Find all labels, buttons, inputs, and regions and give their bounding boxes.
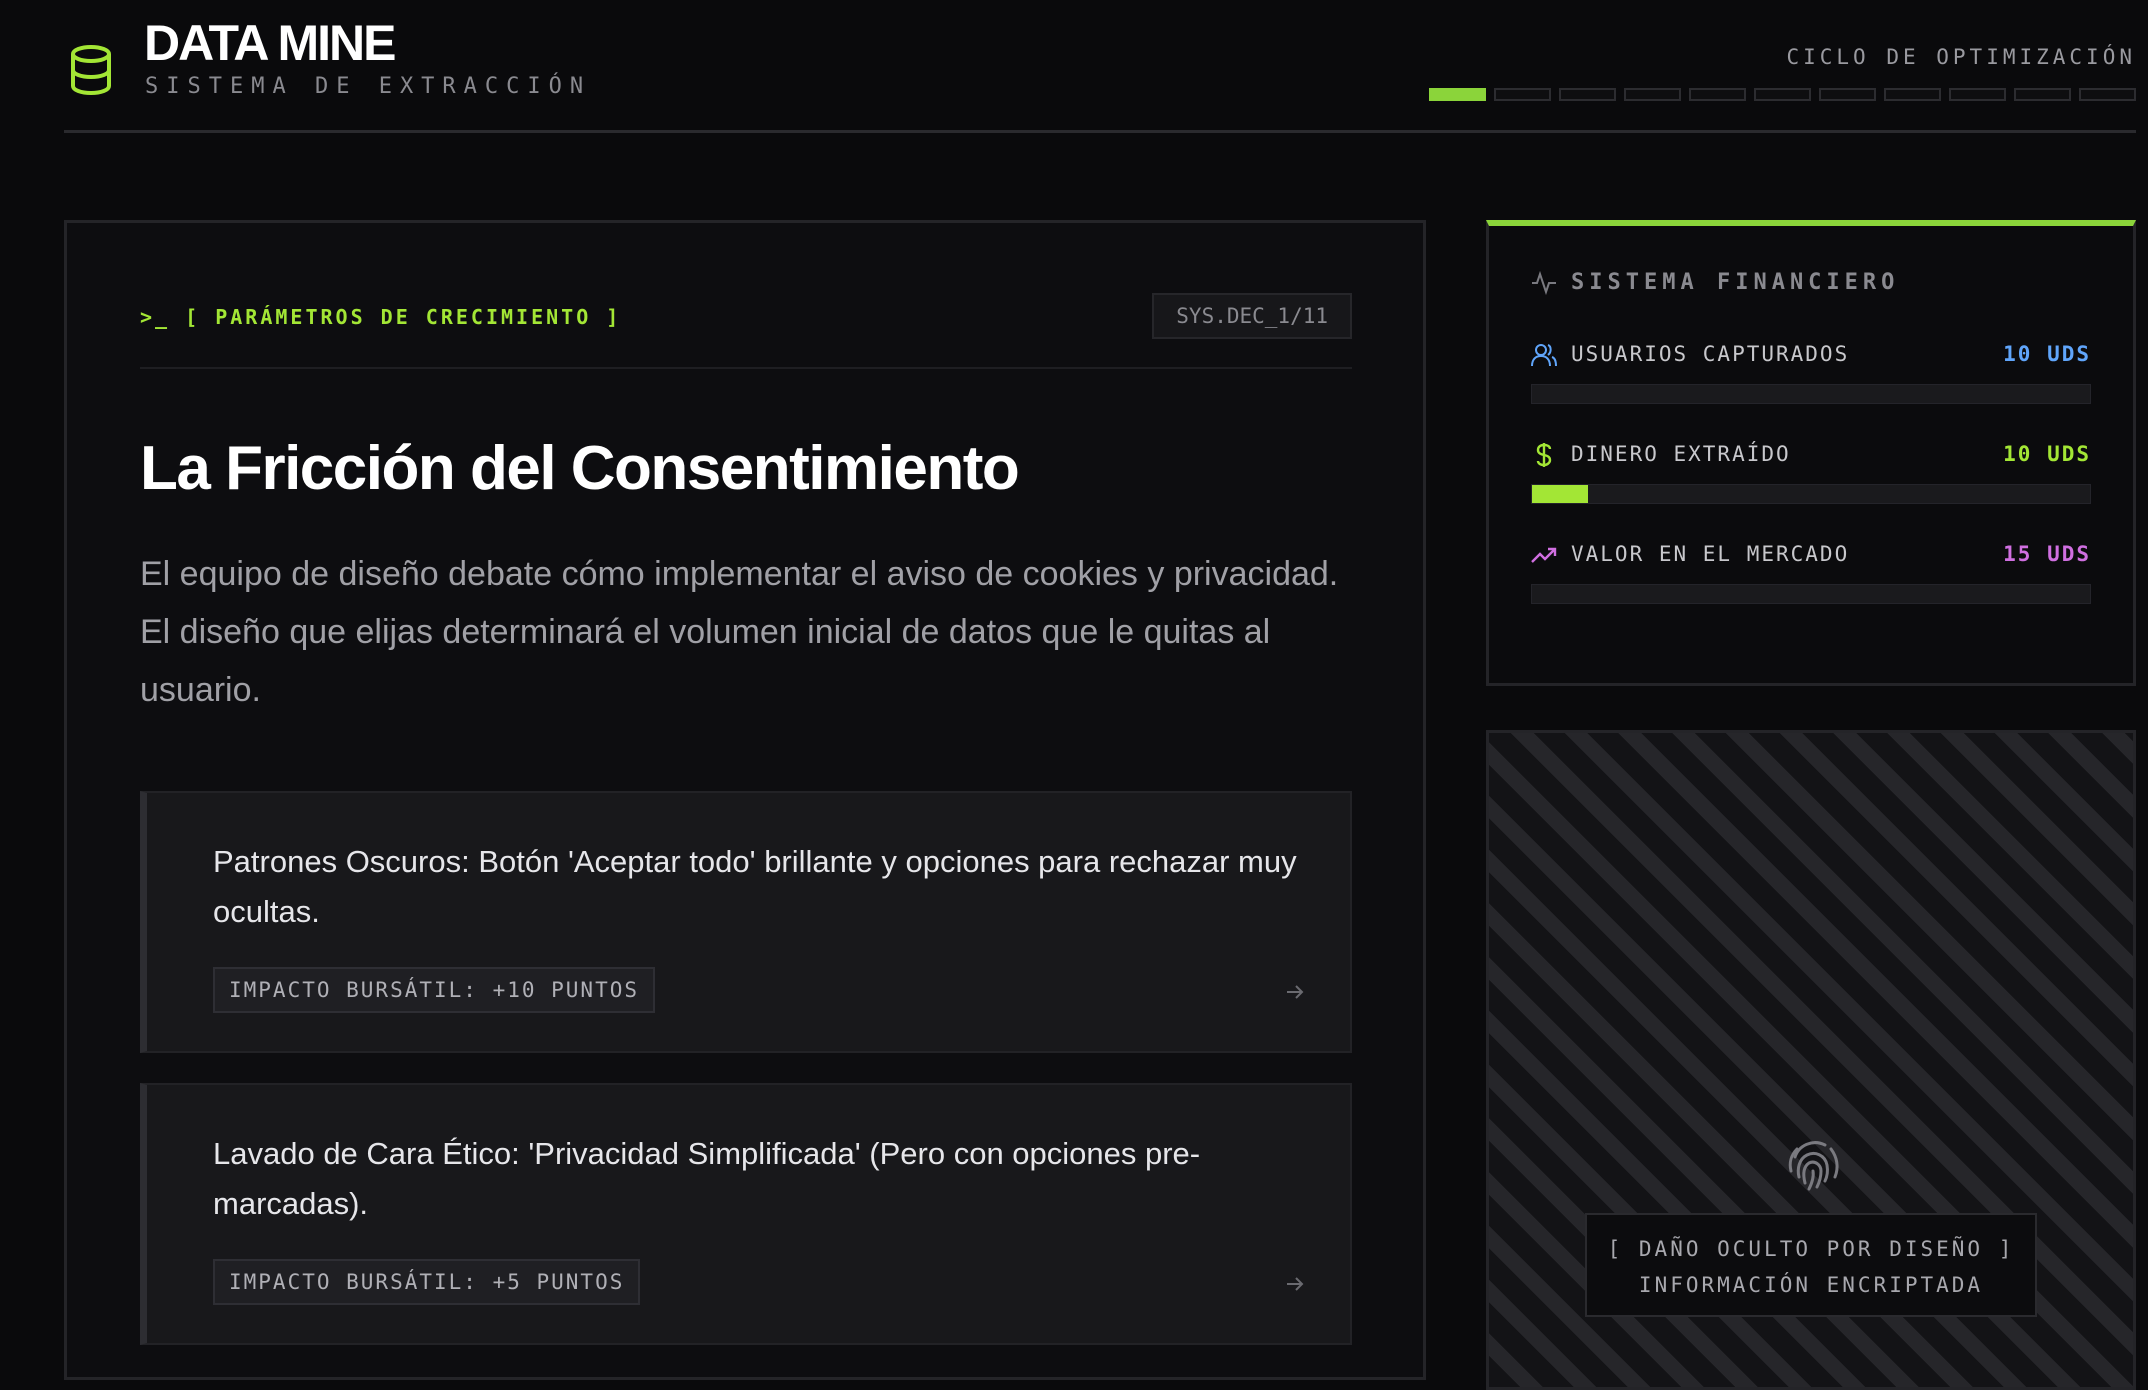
encrypted-title: [ DAÑO OCULTO POR DISEÑO ] bbox=[1607, 1237, 2015, 1261]
encrypted-panel: [ DAÑO OCULTO POR DISEÑO ] INFORMACIÓN E… bbox=[1486, 730, 2136, 1390]
decision-description: El equipo de diseño debate cómo implemen… bbox=[140, 555, 1339, 709]
fingerprint-icon bbox=[1788, 1141, 1839, 1191]
cycle-progress bbox=[1429, 88, 2136, 101]
metric-fill bbox=[1532, 485, 1588, 503]
activity-icon bbox=[1532, 270, 1556, 296]
cycle-segment bbox=[2014, 88, 2071, 101]
metric-value: 10 UDS bbox=[2003, 442, 2091, 466]
metric-value: 10 UDS bbox=[2003, 342, 2091, 366]
cycle-segment bbox=[1819, 88, 1876, 101]
metric-users: USUARIOS CAPTURADOS 10 UDS bbox=[1531, 342, 2091, 412]
section-header: >_ [ PARÁMETROS DE CRECIMIENTO ] SYS.DEC… bbox=[140, 293, 1352, 369]
cycle-segment bbox=[1559, 88, 1616, 101]
cycle-segment bbox=[1429, 88, 1486, 101]
app-subtitle: SISTEMA DE EXTRACCIÓN bbox=[145, 74, 592, 99]
option-dark-patterns[interactable]: Patrones Oscuros: Botón 'Aceptar todo' b… bbox=[140, 791, 1352, 1053]
decision-card: >_ [ PARÁMETROS DE CRECIMIENTO ] SYS.DEC… bbox=[64, 220, 1426, 1380]
decision-id-badge: SYS.DEC_1/11 bbox=[1152, 293, 1352, 339]
metric-money: DINERO EXTRAÍDO 10 UDS bbox=[1531, 442, 2091, 512]
encrypted-subtitle: INFORMACIÓN ENCRIPTADA bbox=[1638, 1273, 1984, 1297]
metric-bar bbox=[1531, 484, 2091, 504]
cycle-segment bbox=[1884, 88, 1941, 101]
arrow-right-icon bbox=[1287, 1277, 1304, 1291]
option-ethics-washing[interactable]: Lavado de Cara Ético: 'Privacidad Simpli… bbox=[140, 1083, 1352, 1345]
cycle-segment bbox=[1689, 88, 1746, 101]
arrow-right-icon bbox=[1287, 985, 1304, 999]
section-label: >_ [ PARÁMETROS DE CRECIMIENTO ] bbox=[140, 305, 622, 329]
cycle-segment bbox=[1624, 88, 1681, 101]
encrypted-info-box: [ DAÑO OCULTO POR DISEÑO ] INFORMACIÓN E… bbox=[1585, 1213, 2037, 1317]
cycle-segment bbox=[1754, 88, 1811, 101]
metric-label: USUARIOS CAPTURADOS bbox=[1571, 342, 1850, 366]
finance-panel: SISTEMA FINANCIERO USUARIOS CAPTURADOS 1… bbox=[1486, 220, 2136, 686]
app-title: DATA MINE bbox=[144, 15, 396, 71]
metric-market-value: VALOR EN EL MERCADO 15 UDS bbox=[1531, 542, 2091, 612]
cycle-segment bbox=[1494, 88, 1551, 101]
metric-bar bbox=[1531, 584, 2091, 604]
metric-label: VALOR EN EL MERCADO bbox=[1571, 542, 1850, 566]
trending-up-icon bbox=[1531, 547, 1557, 563]
metric-label: DINERO EXTRAÍDO bbox=[1571, 442, 1791, 466]
option-text: Patrones Oscuros: Botón 'Aceptar todo' b… bbox=[213, 844, 1297, 929]
app-header: DATA MINE SISTEMA DE EXTRACCIÓN CICLO DE… bbox=[64, 0, 2136, 133]
metric-bar bbox=[1531, 384, 2091, 404]
database-icon bbox=[71, 45, 111, 96]
option-text: Lavado de Cara Ético: 'Privacidad Simpli… bbox=[213, 1136, 1201, 1221]
finance-title: SISTEMA FINANCIERO bbox=[1571, 270, 1900, 295]
metric-value: 15 UDS bbox=[2003, 542, 2091, 566]
decision-title: La Fricción del Consentimiento bbox=[140, 434, 1020, 503]
users-icon bbox=[1531, 344, 1557, 367]
impact-tag: IMPACTO BURSÁTIL: +5 PUNTOS bbox=[213, 1259, 641, 1305]
cycle-segment bbox=[2079, 88, 2136, 101]
cycle-label: CICLO DE OPTIMIZACIÓN bbox=[1786, 45, 2136, 69]
dollar-icon bbox=[1536, 443, 1552, 467]
cycle-segment bbox=[1949, 88, 2006, 101]
impact-tag: IMPACTO BURSÁTIL: +10 PUNTOS bbox=[213, 967, 656, 1013]
